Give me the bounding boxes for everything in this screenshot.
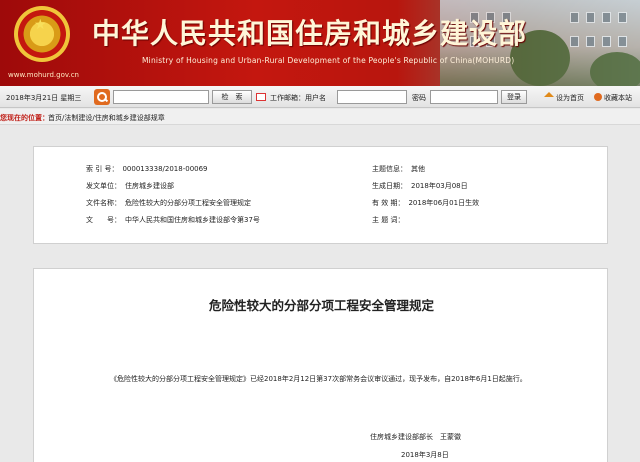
mail-username-label: 工作邮箱：用户名: [270, 94, 326, 102]
topic-label: 主题信息：: [372, 165, 407, 173]
issuer-value: 住房城乡建设部: [125, 182, 174, 190]
filename-label: 文件名称：: [86, 199, 121, 207]
home-icon: [544, 92, 554, 97]
site-title: 中华人民共和国住房和城乡建设部: [92, 17, 528, 50]
article-paragraph: 《危险性较大的分部分项工程安全管理规定》已经2018年2月12日第37次部常务会…: [110, 375, 527, 383]
username-input[interactable]: [337, 90, 407, 104]
search-input[interactable]: [113, 90, 209, 104]
validity-label: 有 效 期：: [372, 199, 405, 207]
breadcrumb-regulations[interactable]: 住房和城乡建设部规章: [95, 114, 165, 122]
site-banner: ★ www.mohurd.gov.cn 中华人民共和国住房和城乡建设部 Mini…: [0, 0, 640, 86]
article-title: 危险性较大的分部分项工程安全管理规定: [208, 298, 434, 313]
docno-value: 中华人民共和国住房和城乡建设部令第37号: [125, 216, 260, 224]
search-button[interactable]: 检 索: [212, 90, 252, 104]
breadcrumb-home[interactable]: 首页: [48, 114, 62, 122]
breadcrumb-legal[interactable]: 法制建设: [64, 114, 92, 122]
favorite-icon: [594, 93, 602, 101]
article-body: 危险性较大的分部分项工程安全管理规定 《危险性较大的分部分项工程安全管理规定》已…: [33, 268, 608, 462]
password-input[interactable]: [430, 90, 498, 104]
mail-icon: [256, 93, 266, 101]
issuer-label: 发文单位：: [86, 182, 121, 190]
breadcrumb: 您现在的位置： 首页/法制建设/住房和城乡建设部规章: [0, 109, 640, 125]
site-subtitle: Ministry of Housing and Urban-Rural Deve…: [142, 56, 515, 65]
set-homepage-link[interactable]: 设为首页: [556, 93, 584, 103]
login-button[interactable]: 登录: [501, 90, 527, 104]
national-emblem-icon: ★: [14, 6, 70, 62]
article-date: 2018年3月8日: [401, 451, 449, 459]
index-label: 索 引 号：: [86, 165, 119, 173]
site-url: www.mohurd.gov.cn: [8, 71, 79, 79]
document-info: 索 引 号： 000013338/2018-00069 发文单位： 住房城乡建设部 …: [33, 146, 608, 244]
add-favorite-link[interactable]: 收藏本站: [604, 93, 632, 103]
keywords-label: 主 题 词：: [372, 216, 405, 224]
topic-value: 其他: [411, 165, 425, 173]
validity-value: 2018年06月01日生效: [408, 199, 480, 207]
gendate-label: 生成日期：: [372, 182, 407, 190]
toolbar: 2018年3月21日 星期三 检 索 工作邮箱：用户名 密码 登录 设为首页 收…: [0, 86, 640, 108]
search-icon: [94, 89, 110, 105]
article-signature: 住房城乡建设部部长 王蒙徽: [370, 433, 461, 441]
gendate-value: 2018年03月08日: [411, 182, 468, 190]
password-label: 密码: [412, 94, 426, 102]
index-value: 000013338/2018-00069: [122, 165, 208, 173]
docno-label: 文 号：: [86, 216, 121, 224]
location-label: 您现在的位置：: [0, 114, 49, 122]
filename-value: 危险性较大的分部分项工程安全管理规定: [125, 199, 251, 207]
current-date: 2018年3月21日 星期三: [6, 94, 82, 102]
